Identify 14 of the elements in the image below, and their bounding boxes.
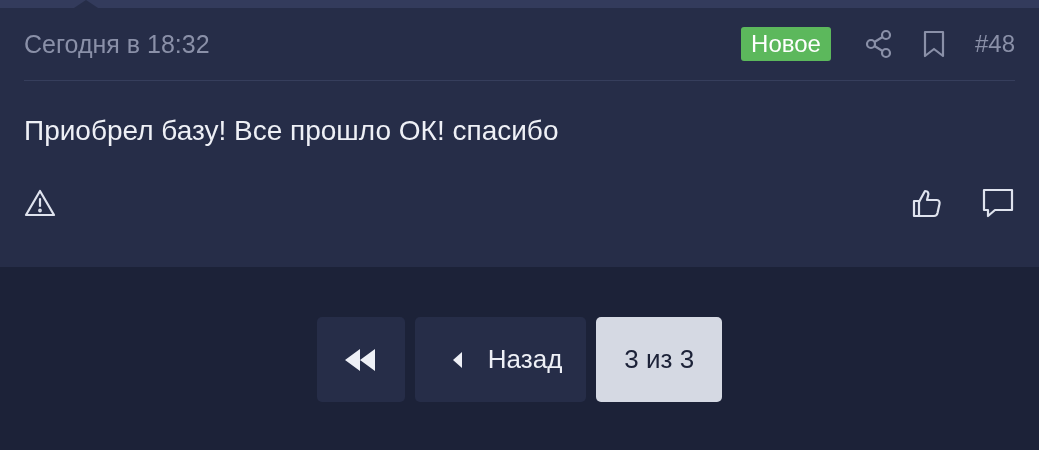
new-badge: Новое <box>741 27 831 61</box>
page-indicator[interactable]: 3 из 3 <box>596 317 723 402</box>
caret-icon <box>452 351 462 368</box>
rewind-icon <box>344 348 377 371</box>
back-button[interactable]: Назад <box>414 317 587 402</box>
thumbs-up-icon[interactable] <box>911 187 943 219</box>
post-number[interactable]: #48 <box>974 30 1015 58</box>
share-icon[interactable] <box>864 29 893 59</box>
post-time: Сегодня в 18:32 <box>24 29 211 59</box>
post-text: Приобрел базу! Все прошло ОК! спасибо <box>24 115 560 147</box>
first-page-button[interactable] <box>316 317 405 402</box>
comment-icon[interactable] <box>981 187 1015 219</box>
bookmark-icon[interactable] <box>922 30 945 58</box>
warning-icon[interactable] <box>24 189 56 217</box>
